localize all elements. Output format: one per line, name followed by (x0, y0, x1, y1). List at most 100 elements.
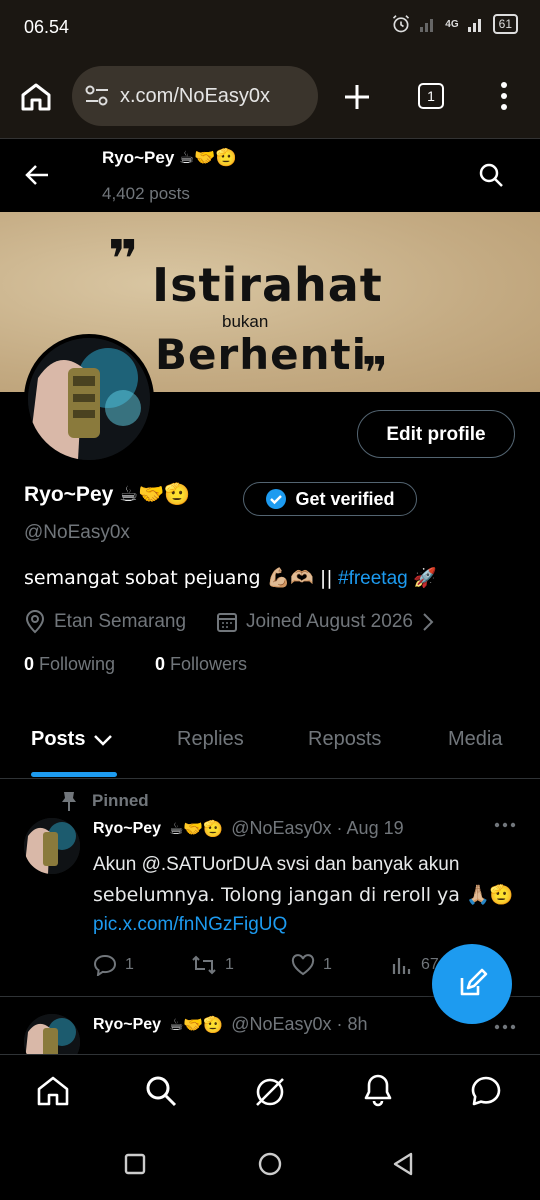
profile-avatar[interactable] (24, 334, 154, 464)
repost-button[interactable]: 1 (191, 954, 234, 976)
post-text-line1: Akun @.SATUorDUA svsi dan banyak akun (93, 854, 460, 875)
repost-icon (192, 955, 216, 975)
nav-notifications-icon[interactable] (362, 1073, 394, 1107)
profile-bio: semangat sobat pejuang 💪🏼🫶🏼 || #freetag … (24, 566, 437, 590)
profile-name: Ryo~Pey (24, 483, 114, 506)
search-icon[interactable] (478, 162, 504, 188)
post-media-link[interactable]: pic.x.com/fnNGzFigUQ (93, 910, 513, 940)
get-verified-button[interactable]: Get verified (243, 482, 417, 516)
tab-replies[interactable]: Replies (177, 728, 244, 751)
location-icon (24, 610, 46, 634)
browser-toolbar: x.com/NoEasy0x 1 (0, 56, 540, 139)
home-icon[interactable] (20, 82, 52, 112)
following-label: Following (39, 654, 116, 674)
views-button[interactable]: 67 (391, 954, 439, 976)
nav-home-icon[interactable] (36, 1075, 70, 1107)
post-avatar[interactable] (24, 1014, 80, 1054)
banner-close-quote: ❞ (362, 348, 388, 392)
post-header: Ryo~Pey ☕🤝🫡 @NoEasy0x · Aug 19 (93, 818, 404, 839)
bio-rocket: 🚀 (413, 567, 437, 589)
followers-label: Followers (170, 654, 248, 674)
profile-joined: Joined August 2026 (246, 611, 413, 632)
views-icon (392, 958, 411, 974)
recent-apps-icon[interactable] (124, 1153, 146, 1175)
reply-count: 1 (125, 956, 134, 973)
header-name: Ryo~Pey (102, 148, 175, 167)
tab-media[interactable]: Media (448, 728, 502, 751)
status-time: 06.54 (24, 17, 70, 37)
profile-name-row: Ryo~Pey ☕🤝🫡 (24, 482, 190, 507)
pin-icon (60, 790, 78, 812)
header-post-count: 4,402 posts (102, 184, 190, 203)
tab-posts-label: Posts (31, 728, 86, 750)
edit-profile-button[interactable]: Edit profile (357, 410, 515, 458)
like-button[interactable]: 1 (291, 954, 332, 976)
compose-post-button[interactable] (432, 944, 512, 1024)
bio-hashtag-link[interactable]: #freetag (338, 568, 408, 589)
more-menu-icon[interactable] (500, 81, 508, 111)
post-more-icon[interactable] (494, 1024, 516, 1030)
calendar-icon (216, 611, 238, 633)
post-handle-time[interactable]: @NoEasy0x · Aug 19 (231, 818, 403, 839)
tab-switcher-button[interactable]: 1 (418, 83, 444, 109)
profile-tabs: Posts Replies Reposts Media (0, 708, 540, 779)
reply-button[interactable]: 1 (93, 954, 134, 976)
banner-line1: Istirahat (152, 258, 383, 312)
status-icons: 4G 61 (391, 14, 518, 34)
following-link[interactable]: 0 Following (24, 654, 115, 675)
reply-icon (93, 954, 117, 976)
post-author-emojis: ☕🤝🫡 (169, 819, 224, 838)
status-bar: 06.54 4G 61 (0, 0, 540, 56)
post-handle-time[interactable]: @NoEasy0x · 8h (231, 1014, 367, 1035)
like-count: 1 (323, 956, 332, 973)
address-bar[interactable]: x.com/NoEasy0x (72, 66, 318, 126)
post-author-name[interactable]: Ryo~Pey (93, 1016, 161, 1034)
nav-messages-icon[interactable] (470, 1075, 502, 1107)
following-count: 0 (24, 654, 35, 674)
banner-open-quote: ❞ (108, 230, 139, 290)
signal-strong-icon (467, 16, 485, 32)
bottom-navigation (0, 1054, 540, 1131)
banner-line3: Berhenti (155, 330, 367, 379)
post-author-emojis: ☕🤝🫡 (169, 1015, 224, 1034)
post-text: Akun @.SATUorDUA svsi dan banyak akun se… (93, 850, 513, 940)
profile-emojis: ☕🤝🫡 (119, 482, 191, 506)
verified-badge-icon (265, 488, 287, 510)
chevron-down-icon (93, 733, 113, 747)
compose-icon (460, 968, 488, 996)
new-tab-icon[interactable] (343, 83, 371, 111)
tab-posts[interactable]: Posts (31, 728, 113, 751)
chevron-right-icon[interactable] (421, 611, 435, 633)
header-emojis: ☕🤝🫡 (179, 148, 237, 168)
network-type: 4G (445, 18, 459, 30)
heart-icon (291, 954, 315, 976)
alarm-icon (391, 14, 411, 34)
profile-header: Ryo~Pey ☕🤝🫡 4,402 posts (0, 140, 540, 212)
nav-search-icon[interactable] (145, 1075, 177, 1107)
system-navigation-bar (0, 1130, 540, 1200)
profile-location: Etan Semarang (54, 611, 187, 632)
banner-line2: bukan (222, 312, 269, 331)
system-back-icon[interactable] (392, 1152, 414, 1176)
followers-link[interactable]: 0 Followers (155, 654, 247, 675)
pinned-label: Pinned (92, 791, 149, 810)
profile-handle: @NoEasy0x (24, 522, 130, 543)
post-more-icon[interactable] (494, 822, 516, 828)
signal-icon (419, 16, 437, 32)
header-title: Ryo~Pey ☕🤝🫡 (102, 148, 237, 168)
back-arrow-icon[interactable] (24, 163, 50, 187)
post-avatar[interactable] (24, 818, 80, 874)
followers-count: 0 (155, 654, 166, 674)
bio-text: semangat sobat pejuang 💪🏼🫶🏼 || (24, 567, 333, 589)
post-text-line2: sebelumnya. Tolong jangan di reroll ya 🙏… (93, 884, 514, 906)
post-header: Ryo~Pey ☕🤝🫡 @NoEasy0x · 8h (93, 1014, 368, 1035)
post-author-name[interactable]: Ryo~Pey (93, 820, 161, 838)
repost-count: 1 (225, 956, 234, 973)
system-home-icon[interactable] (258, 1152, 282, 1176)
site-settings-icon[interactable] (84, 84, 110, 108)
tab-reposts[interactable]: Reposts (308, 728, 381, 751)
battery-indicator: 61 (492, 14, 518, 34)
nav-grok-icon[interactable] (253, 1075, 287, 1109)
profile-meta: Etan Semarang Joined August 2026 (24, 610, 435, 634)
url-text: x.com/NoEasy0x (120, 85, 271, 107)
